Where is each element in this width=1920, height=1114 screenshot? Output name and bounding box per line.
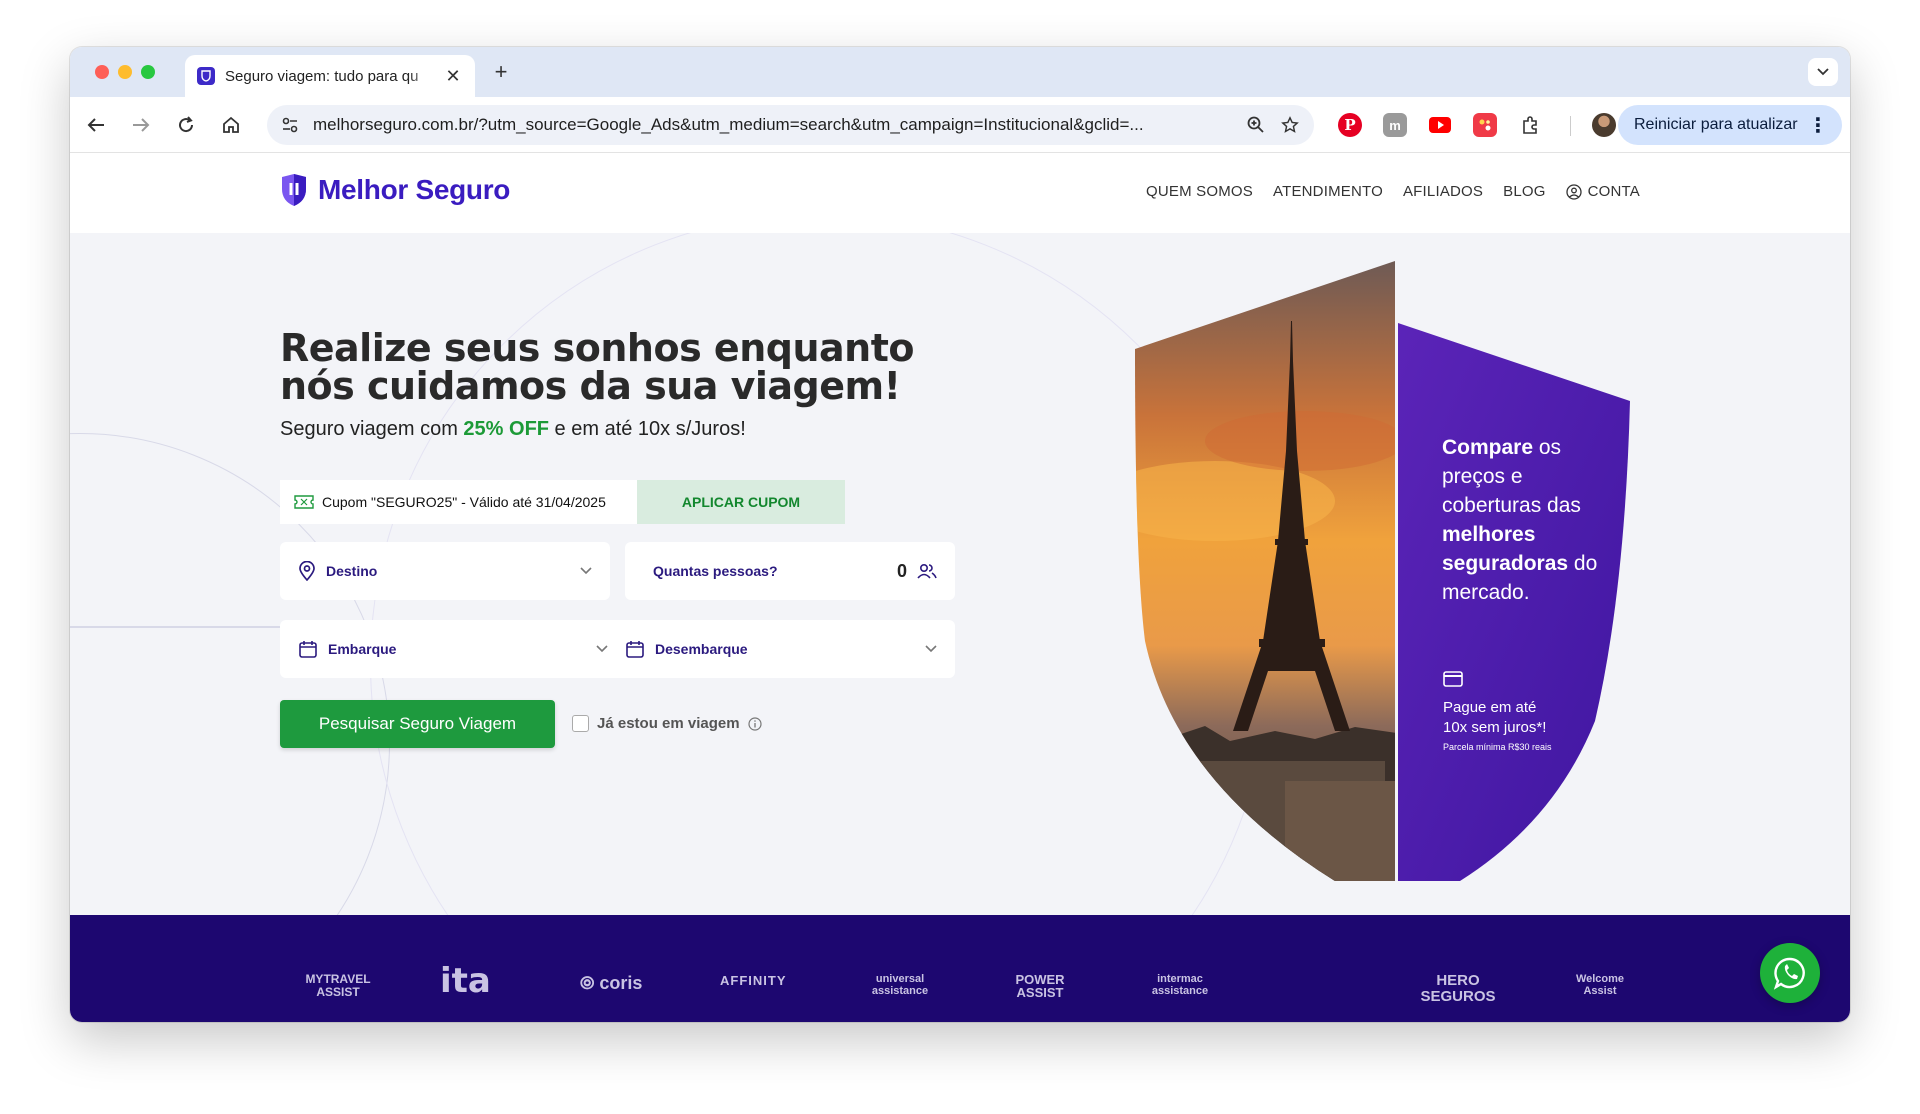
partners-band: MYTRAVEL ASSIST ita ⦾ coris AFFINITY uni…	[70, 915, 1850, 1022]
partner-affinity: AFFINITY	[720, 973, 787, 988]
colorful-extension-icon[interactable]	[1473, 113, 1497, 137]
web-page: Melhor Seguro QUEM SOMOS ATENDIMENTO AFI…	[70, 153, 1850, 1022]
user-circle-icon	[1565, 183, 1582, 200]
restart-update-button[interactable]: Reiniciar para atualizar ⋮	[1618, 105, 1842, 145]
already-traveling-label: Já estou em viagem	[597, 715, 740, 732]
bookmark-star-icon[interactable]	[1276, 111, 1304, 139]
dates-row: Embarque Desembarque	[280, 620, 955, 678]
calendar-icon	[299, 641, 317, 658]
site-logo[interactable]: Melhor Seguro	[280, 173, 510, 207]
location-pin-icon	[299, 561, 315, 581]
site-favicon-icon	[197, 67, 215, 85]
main-nav: QUEM SOMOS ATENDIMENTO AFILIADOS BLOG CO…	[1146, 183, 1640, 200]
coupon-text: Cupom "SEGURO25" - Válido até 31/04/2025	[322, 494, 606, 510]
nav-afiliados[interactable]: AFILIADOS	[1403, 183, 1483, 200]
installments-info: Pague em até 10x sem juros*! Parcela mín…	[1443, 671, 1613, 752]
browser-window: Seguro viagem: tudo para qu ✕ + melhorse…	[70, 47, 1850, 1022]
tab-title: Seguro viagem: tudo para qu	[225, 67, 419, 85]
coupon-info: Cupom "SEGURO25" - Válido até 31/04/2025	[280, 480, 637, 524]
search-insurance-button[interactable]: Pesquisar Seguro Viagem	[280, 700, 555, 748]
browser-tab[interactable]: Seguro viagem: tudo para qu ✕	[185, 55, 475, 97]
close-window-button[interactable]	[95, 65, 109, 79]
hero-subtitle-post: e em até 10x s/Juros!	[549, 418, 746, 440]
partner-intermac: intermac assistance	[1151, 973, 1209, 997]
return-date-field[interactable]: Desembarque	[625, 620, 937, 678]
return-label: Desembarque	[655, 641, 748, 657]
already-traveling-option[interactable]: Já estou em viagem	[572, 715, 762, 732]
coupon-bar: Cupom "SEGURO25" - Válido até 31/04/2025…	[280, 480, 845, 524]
people-icon	[917, 563, 937, 579]
departure-date-field[interactable]: Embarque	[298, 639, 608, 659]
destination-label: Destino	[326, 563, 378, 579]
ticket-icon	[294, 495, 314, 509]
chevron-down-icon	[596, 645, 608, 653]
nav-blog[interactable]: BLOG	[1503, 183, 1545, 200]
url-text: melhorseguro.com.br/?utm_source=Google_A…	[313, 115, 1144, 134]
promo-text: Compare os preços e coberturas das melho…	[1442, 433, 1622, 607]
chevron-down-icon	[580, 567, 592, 575]
chevron-down-icon	[925, 645, 937, 653]
youtube-extension-icon[interactable]	[1428, 113, 1452, 137]
departure-label: Embarque	[328, 641, 397, 657]
hero-subtitle-pre: Seguro viagem com	[280, 418, 464, 440]
logo-text: Melhor Seguro	[318, 174, 511, 205]
promo-compare: Compare	[1442, 436, 1534, 459]
nav-conta[interactable]: CONTA	[1565, 183, 1640, 200]
nav-conta-label: CONTA	[1587, 183, 1640, 200]
promo-best-insurers: melhores seguradoras	[1442, 523, 1569, 575]
profile-avatar[interactable]	[1592, 113, 1616, 137]
pay-line-1: Pague em até	[1443, 699, 1537, 716]
site-header: Melhor Seguro QUEM SOMOS ATENDIMENTO AFI…	[70, 153, 1850, 233]
address-bar[interactable]: melhorseguro.com.br/?utm_source=Google_A…	[267, 105, 1314, 145]
site-settings-icon[interactable]	[275, 110, 305, 140]
back-icon[interactable]	[82, 111, 110, 139]
partner-coris: ⦾ coris	[580, 973, 643, 993]
hero-discount: 25% OFF	[463, 418, 549, 440]
destination-select[interactable]: Destino	[280, 542, 610, 600]
maximize-window-button[interactable]	[141, 65, 155, 79]
travelers-field[interactable]: Quantas pessoas? 0	[625, 542, 955, 600]
partner-power-assist: POWER ASSIST	[1015, 972, 1065, 1000]
calendar-icon	[626, 641, 644, 658]
reload-icon[interactable]	[172, 111, 200, 139]
m-extension-icon[interactable]: m	[1383, 113, 1407, 137]
tab-strip: Seguro viagem: tudo para qu ✕ +	[70, 47, 1850, 97]
toolbar-divider	[1570, 116, 1571, 136]
pay-minimum: Parcela mínima R$30 reais	[1443, 742, 1552, 752]
apply-coupon-button[interactable]: APLICAR CUPOM	[637, 480, 845, 524]
home-icon[interactable]	[217, 111, 245, 139]
partner-universal-assistance: universal assistance	[871, 973, 929, 997]
already-traveling-checkbox[interactable]	[572, 715, 589, 732]
partner-ita: ita	[440, 961, 491, 1001]
close-tab-icon[interactable]: ✕	[443, 66, 463, 87]
more-menu-icon[interactable]: ⋮	[1808, 113, 1828, 138]
hero-title: Realize seus sonhos enquanto nós cuidamo…	[280, 326, 914, 408]
forward-icon[interactable]	[127, 111, 155, 139]
update-button-label: Reiniciar para atualizar	[1634, 116, 1798, 133]
zoom-icon[interactable]	[1242, 111, 1270, 139]
pinterest-extension-icon[interactable]: P	[1338, 113, 1362, 137]
new-tab-button[interactable]: +	[488, 59, 514, 85]
whatsapp-chat-button[interactable]	[1760, 943, 1820, 1003]
partner-hero-seguros: HERO SEGUROS	[1420, 972, 1496, 1005]
extensions-puzzle-icon[interactable]	[1518, 113, 1542, 137]
browser-toolbar: melhorseguro.com.br/?utm_source=Google_A…	[70, 97, 1850, 153]
whatsapp-icon	[1773, 957, 1805, 990]
travelers-count: 0	[896, 560, 907, 581]
credit-card-icon	[1443, 671, 1463, 687]
travelers-label: Quantas pessoas?	[653, 563, 778, 579]
partner-mytravel-assist: MYTRAVEL ASSIST	[305, 972, 371, 999]
nav-quem-somos[interactable]: QUEM SOMOS	[1146, 183, 1253, 200]
nav-atendimento[interactable]: ATENDIMENTO	[1273, 183, 1383, 200]
info-icon[interactable]	[747, 716, 762, 731]
hero-subtitle: Seguro viagem com 25% OFF e em até 10x s…	[280, 418, 746, 441]
pay-line-2: 10x sem juros*!	[1443, 719, 1547, 736]
tab-search-dropdown-icon[interactable]	[1808, 58, 1838, 86]
partner-welcome-assist: Welcome Assist	[1575, 973, 1625, 997]
minimize-window-button[interactable]	[118, 65, 132, 79]
shield-logo-icon	[282, 174, 306, 206]
